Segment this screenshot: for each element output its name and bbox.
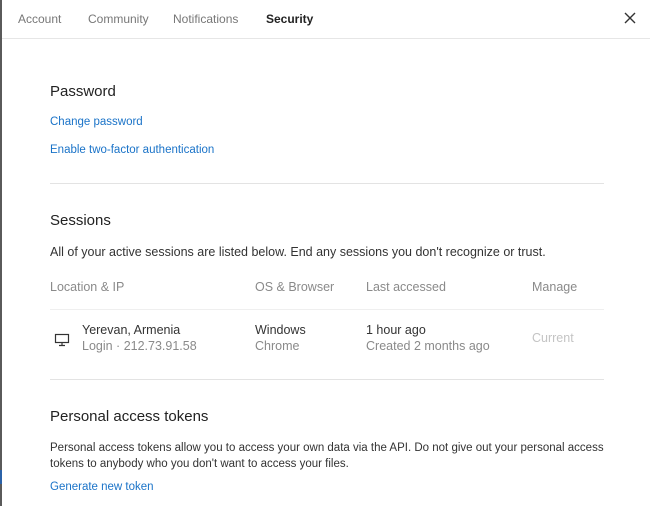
sessions-description: All of your active sessions are listed b… [50,245,546,259]
close-icon[interactable] [622,10,638,26]
session-last-accessed: 1 hour ago [366,323,426,337]
column-header-manage: Manage [532,280,578,294]
session-os: Windows [255,323,306,337]
sessions-section-title: Sessions [50,212,111,229]
monitor-icon [54,333,70,347]
table-header-divider [50,309,604,310]
settings-tab-bar: Account Community Notifications Security [2,0,650,39]
tab-security[interactable]: Security [266,12,313,26]
session-current-label: Current [532,331,574,345]
change-password-link[interactable]: Change password [50,116,143,128]
session-location: Yerevan, Armenia [82,323,181,337]
password-section-title: Password [50,83,116,100]
tokens-description: Personal access tokens allow you to acce… [50,442,604,470]
column-header-accessed: Last accessed [366,280,446,294]
window-edge-accent [0,470,2,484]
generate-token-link[interactable]: Generate new token [50,481,154,493]
tokens-section-title: Personal access tokens [50,408,209,425]
tab-community[interactable]: Community [88,12,149,26]
divider [50,379,604,380]
session-browser: Chrome [255,339,300,353]
session-ip: Login · 212.73.91.58 [82,339,197,353]
window-left-edge [0,0,2,506]
tab-notifications[interactable]: Notifications [173,12,238,26]
tab-account[interactable]: Account [18,12,61,26]
column-header-location: Location & IP [50,280,125,294]
divider [50,183,604,184]
enable-two-factor-link[interactable]: Enable two-factor authentication [50,144,214,156]
column-header-os: OS & Browser [255,280,335,294]
session-created: Created 2 months ago [366,339,490,353]
